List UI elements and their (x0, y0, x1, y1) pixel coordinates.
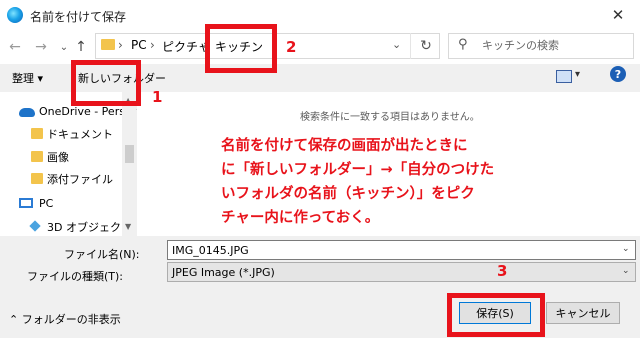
window-title: 名前を付けて保存 (30, 10, 127, 24)
nav-item-pc[interactable]: PC (39, 197, 53, 210)
scroll-down-icon[interactable]: ▼ (125, 222, 131, 231)
back-button[interactable]: ← (6, 38, 24, 56)
up-button[interactable]: ↑ (72, 38, 90, 56)
chevron-down-icon[interactable]: ⌄ (622, 244, 630, 254)
filetype-select[interactable]: JPEG Image (*.JPG) (167, 262, 636, 282)
search-input[interactable] (482, 37, 622, 53)
annotation-instructions: 名前を付けて保存の画面が出たときに に「新しいフォルダー」→「自分のつけた いフ… (221, 138, 495, 226)
close-icon: ✕ (611, 6, 625, 24)
recent-locations-button[interactable]: ⌄ (55, 38, 73, 56)
annotation-box-save (447, 293, 545, 337)
organize-button[interactable]: 整理 ▾ (12, 70, 43, 86)
arrow-right-icon: → (35, 39, 47, 55)
scrollbar-thumb[interactable] (125, 145, 134, 163)
empty-message: 検索条件に一致する項目はありません。 (300, 112, 480, 123)
refresh-button[interactable]: ↻ (410, 33, 441, 59)
forward-button[interactable]: → (32, 38, 50, 56)
hide-folders-toggle[interactable]: ⌃ フォルダーの非表示 (9, 311, 121, 327)
breadcrumb-separator: › (150, 38, 155, 52)
cloud-icon (19, 108, 35, 117)
pc-icon (19, 198, 33, 208)
nav-item-images[interactable]: 画像 (47, 149, 69, 165)
hide-folders-label: フォルダーの非表示 (21, 313, 121, 326)
nav-item-3d-objects[interactable]: 3D オブジェクト (47, 219, 132, 235)
chevron-down-icon: ⌄ (392, 38, 402, 51)
folder-icon (31, 173, 43, 184)
refresh-icon: ↻ (420, 38, 432, 54)
nav-scrollbar[interactable] (122, 92, 136, 236)
nav-item-attachments[interactable]: 添付ファイル (47, 171, 113, 187)
annotation-number-1: 1 (152, 88, 163, 106)
cancel-button[interactable]: キャンセル (546, 302, 620, 324)
chevron-up-icon: ⌃ (9, 313, 22, 326)
edge-icon (7, 7, 23, 23)
annotation-box-kitchen (205, 24, 277, 73)
breadcrumb-separator: › (118, 38, 123, 52)
help-icon[interactable]: ? (610, 66, 626, 82)
search-icon: ⚲ (458, 37, 468, 52)
view-options-icon[interactable] (556, 70, 572, 83)
folder-icon (101, 39, 115, 50)
close-button[interactable]: ✕ (600, 3, 636, 27)
filename-label: ファイル名(N): (64, 248, 140, 261)
annotation-number-3: 3 (497, 262, 508, 280)
folder-icon (31, 151, 43, 162)
arrow-up-icon: ↑ (75, 39, 87, 55)
folder-icon (31, 128, 43, 139)
chevron-down-icon: ⌄ (59, 41, 69, 53)
breadcrumb-pc[interactable]: PC (131, 38, 147, 52)
arrow-left-icon: ← (9, 39, 21, 55)
view-options-dropdown[interactable]: ▾ (575, 69, 580, 80)
annotation-box-new-folder (71, 60, 141, 106)
address-history-button[interactable]: ⌄ (392, 38, 401, 51)
filetype-label: ファイルの種類(T): (27, 270, 124, 283)
filename-input[interactable] (167, 240, 636, 260)
nav-item-documents[interactable]: ドキュメント (47, 126, 113, 142)
chevron-down-icon[interactable]: ⌄ (622, 266, 630, 276)
annotation-number-2: 2 (286, 38, 297, 56)
